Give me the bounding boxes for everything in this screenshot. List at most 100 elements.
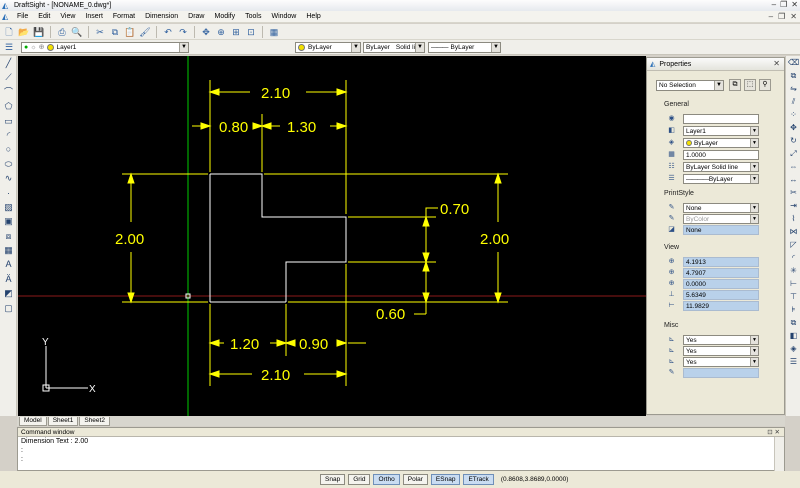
doc-restore-icon[interactable]: ❐ [778, 12, 785, 21]
prop-row-ucs-on[interactable]: ⊾ Yes ▼ [666, 334, 788, 345]
table-icon[interactable]: ▦ [0, 243, 17, 257]
close-icon[interactable]: ✕ [791, 0, 798, 9]
prop-value-printstyle-type[interactable]: None [683, 224, 759, 235]
etrack-toggle[interactable]: ETrack [463, 474, 494, 485]
prop-value-view[interactable]: 11.9829 [683, 300, 759, 311]
menu-format[interactable]: Format [108, 13, 140, 20]
linetype-select[interactable]: ByLayer Solid line ▼ [363, 41, 425, 53]
dimension-icon[interactable]: ⊢ [786, 277, 800, 290]
prop-value-linetype-scale[interactable]: 1.0000 [683, 149, 759, 160]
grid-toggle[interactable]: Grid [348, 474, 371, 485]
prop-row-color-select[interactable]: ◈ ByLayer ▼ [666, 137, 788, 148]
pin-icon[interactable]: ⊡ [767, 429, 772, 436]
wipeout-icon[interactable]: ▢ [0, 301, 17, 315]
insert-block-icon[interactable]: ⧈ [0, 229, 17, 243]
layer-manager-icon[interactable]: ☰ [3, 41, 15, 53]
prop-row-ucs-viewport[interactable]: ⊾ Yes ▼ [666, 356, 788, 367]
prop-row-view-center-x[interactable]: ⊕ 4.1913 [666, 256, 788, 267]
simple-note-icon[interactable]: Ä [0, 272, 17, 286]
prop-value-printstyle[interactable]: None ▼ [683, 202, 759, 213]
offset-icon[interactable]: ⫽ [786, 95, 800, 108]
drawing-canvas[interactable]: 2.10 0.80 1.30 2.00 2.00 0.70 0.60 1.20 … [18, 56, 646, 416]
align-icon[interactable]: ⊧ [786, 303, 800, 316]
scale-icon[interactable]: ⤢ [786, 147, 800, 160]
prop-value-linetype[interactable]: ByLayer Solid line ▼ [683, 161, 759, 172]
dim-text-right-height[interactable]: 2.00 [480, 231, 509, 248]
explode-icon[interactable]: ✳ [786, 264, 800, 277]
rotate-icon[interactable]: ↻ [786, 134, 800, 147]
polyline-icon[interactable]: ⌒ [0, 85, 17, 99]
tab-sheet1[interactable]: Sheet1 [47, 417, 79, 426]
ortho-toggle[interactable]: Ortho [373, 474, 400, 485]
spline-icon[interactable]: ∿ [0, 171, 17, 185]
menu-file[interactable]: File [12, 13, 33, 20]
chevron-down-icon[interactable]: ▼ [750, 126, 758, 135]
zoom-window-icon[interactable]: ⊞ [230, 26, 242, 38]
prop-value-misc[interactable]: Yes ▼ [683, 356, 759, 367]
prop-row-linetype-scale[interactable]: ▦ 1.0000 [666, 149, 788, 160]
cut-icon[interactable]: ✂ [94, 26, 106, 38]
select-entities-icon[interactable]: ⬚ [744, 79, 756, 91]
command-input[interactable]: : [18, 455, 784, 464]
document-icon[interactable]: ◭ [2, 12, 12, 21]
prop-row-ucs-origin[interactable]: ⊾ Yes ▼ [666, 345, 788, 356]
mirror-icon[interactable]: ⇋ [786, 82, 800, 95]
fillet-icon[interactable]: ◜ [786, 251, 800, 264]
menu-modify[interactable]: Modify [210, 13, 241, 20]
selection-select[interactable]: No Selection ▼ [656, 80, 724, 91]
prop-value-view[interactable]: 5.6349 [683, 289, 759, 300]
chevron-down-icon[interactable]: ▼ [179, 42, 188, 52]
chevron-down-icon[interactable]: ▼ [750, 174, 758, 183]
doc-close-icon[interactable]: ✕ [790, 12, 797, 21]
infinite-line-icon[interactable]: ⟋ [0, 70, 17, 84]
print-preview-icon[interactable]: 🔍 [71, 26, 83, 38]
esnap-toggle[interactable]: ESnap [430, 474, 461, 485]
prop-value-misc[interactable]: Yes ▼ [683, 345, 759, 356]
copy-icon[interactable]: ⧉ [109, 26, 121, 38]
prop-row-printstyle-table[interactable]: ✎ ByColor ▼ [666, 213, 788, 224]
dim-text-top-left[interactable]: 0.80 [219, 119, 248, 136]
color-select[interactable]: ByLayer ▼ [295, 41, 361, 53]
chevron-down-icon[interactable]: ▼ [750, 335, 758, 344]
chevron-down-icon[interactable]: ▼ [750, 162, 758, 171]
menu-draw[interactable]: Draw [183, 13, 209, 20]
snap-toggle[interactable]: Snap [320, 474, 346, 485]
chevron-down-icon[interactable]: ▼ [351, 42, 360, 52]
prop-value-layer[interactable]: Layer1 ▼ [683, 125, 759, 136]
redo-icon[interactable]: ↷ [177, 26, 189, 38]
prop-value-color[interactable]: ByLayer ▼ [683, 137, 759, 148]
open-folder-icon[interactable]: 📂 [18, 26, 30, 38]
prop-value-lineweight[interactable]: ———— ByLayer ▼ [683, 173, 759, 184]
menu-window[interactable]: Window [266, 13, 301, 20]
lengthen-icon[interactable]: ↔ [786, 173, 800, 186]
erase-icon[interactable]: ⌫ [786, 56, 800, 69]
menu-insert[interactable]: Insert [80, 13, 108, 20]
note-icon[interactable]: A [0, 257, 17, 271]
properties-icon[interactable]: ▦ [268, 26, 280, 38]
paste-icon[interactable]: 📋 [124, 26, 136, 38]
tab-sheet2[interactable]: Sheet2 [79, 417, 110, 426]
prop-value-misc[interactable] [683, 367, 759, 378]
pan-icon[interactable]: ✥ [200, 26, 212, 38]
join-icon[interactable]: ⋈ [786, 225, 800, 238]
copy-entity-icon[interactable]: ⧉ [786, 69, 800, 82]
ellipse-icon[interactable]: ⬭ [0, 157, 17, 171]
command-scrollbar[interactable] [774, 437, 784, 471]
break-icon[interactable]: ⌇ [786, 212, 800, 225]
dim-text-bottom-right[interactable]: 0.90 [299, 336, 328, 353]
quick-select-icon[interactable]: ⚲ [759, 79, 771, 91]
ordinate-icon[interactable]: ⊤ [786, 290, 800, 303]
prop-value-view[interactable]: 4.7907 [683, 267, 759, 278]
chevron-down-icon[interactable]: ▼ [750, 357, 758, 366]
close-icon[interactable]: ✕ [773, 59, 780, 68]
prop-row-linetype[interactable]: ☷ ByLayer Solid line ▼ [666, 161, 788, 172]
prop-row-printstyle[interactable]: ✎ None ▼ [666, 202, 788, 213]
zoom-extents-icon[interactable]: ⊡ [245, 26, 257, 38]
chevron-down-icon[interactable]: ▼ [750, 138, 758, 147]
new-file-icon[interactable]: 🗋 [3, 26, 15, 38]
prop-row-layer[interactable]: ◧ Layer1 ▼ [666, 125, 788, 136]
print-icon[interactable]: ⎙ [56, 26, 68, 38]
chamfer-icon[interactable]: ◸ [786, 238, 800, 251]
point-icon[interactable]: · [0, 186, 17, 200]
toggle-pickadd-icon[interactable]: ⧉ [729, 79, 741, 91]
